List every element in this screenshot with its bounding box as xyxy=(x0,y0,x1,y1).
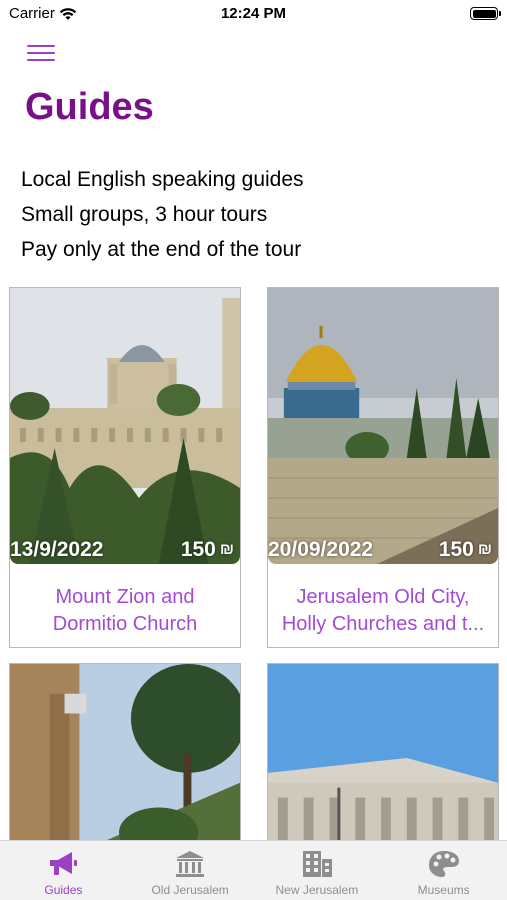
tab-label: New Jerusalem xyxy=(275,883,359,897)
tours-grid: 13/9/2022 150 ₪ Mount Zion and Dormitio … xyxy=(9,287,499,853)
tour-date: 13/9/2022 xyxy=(10,538,104,561)
tab-old-jerusalem[interactable]: Old Jerusalem xyxy=(127,841,254,900)
battery-icon xyxy=(470,7,501,20)
tab-new-jerusalem[interactable]: New Jerusalem xyxy=(254,841,381,900)
shekel-icon: ₪ xyxy=(477,541,492,558)
status-time: 12:24 PM xyxy=(220,5,287,22)
tab-museums[interactable]: Museums xyxy=(380,841,507,900)
menu-icon[interactable] xyxy=(27,43,55,63)
intro-line: Small groups, 3 hour tours xyxy=(21,203,268,226)
tour-info-overlay: 13/9/2022 150 ₪ xyxy=(10,535,240,565)
price-value: 150 xyxy=(438,538,474,561)
tour-title-line: Holly Churches and t... xyxy=(281,613,485,635)
tour-card[interactable]: 13/9/2022 150 ₪ Mount Zion and Dormitio … xyxy=(9,287,241,648)
tab-label: Old Jerusalem xyxy=(151,883,229,897)
tour-card[interactable] xyxy=(267,663,499,853)
tab-label: Guides xyxy=(44,883,83,897)
tour-date: 20/09/2022 xyxy=(268,538,374,561)
tour-photo xyxy=(10,288,240,564)
status-bar: Carrier 12:24 PM xyxy=(0,0,507,28)
megaphone-icon xyxy=(50,852,78,875)
tour-title-line: Jerusalem Old City, xyxy=(296,586,470,608)
tour-price: 150 ₪ xyxy=(181,538,234,562)
tab-bar: Guides Old Jerusalem New Jerusalem Museu… xyxy=(0,840,507,900)
intro-text: Local English speaking guides Small grou… xyxy=(21,162,304,267)
tab-guides[interactable]: Guides xyxy=(0,841,127,900)
price-value: 150 xyxy=(180,538,216,561)
city-building-icon xyxy=(302,851,332,877)
tab-label: Museums xyxy=(417,883,470,897)
tour-title-line: Dormitio Church xyxy=(52,613,198,635)
tour-photo xyxy=(268,664,498,852)
shekel-icon: ₪ xyxy=(219,541,234,558)
tour-title-line: Mount Zion and xyxy=(55,586,195,608)
intro-line: Pay only at the end of the tour xyxy=(21,238,302,261)
tour-photo xyxy=(10,664,240,852)
tour-photo xyxy=(268,288,498,564)
tour-card[interactable] xyxy=(9,663,241,853)
tour-info-overlay: 20/09/2022 150 ₪ xyxy=(268,535,498,565)
tour-title[interactable]: Mount Zion and Dormitio Church xyxy=(10,584,240,638)
tour-card[interactable]: 20/09/2022 150 ₪ Jerusalem Old City, Hol… xyxy=(267,287,499,648)
tour-title[interactable]: Jerusalem Old City, Holly Churches and t… xyxy=(268,584,498,638)
intro-line: Local English speaking guides xyxy=(21,168,304,191)
page-title: Guides xyxy=(25,86,154,128)
tour-price: 150 ₪ xyxy=(439,538,492,562)
palette-icon xyxy=(428,851,459,877)
building-columns-icon xyxy=(176,851,205,877)
